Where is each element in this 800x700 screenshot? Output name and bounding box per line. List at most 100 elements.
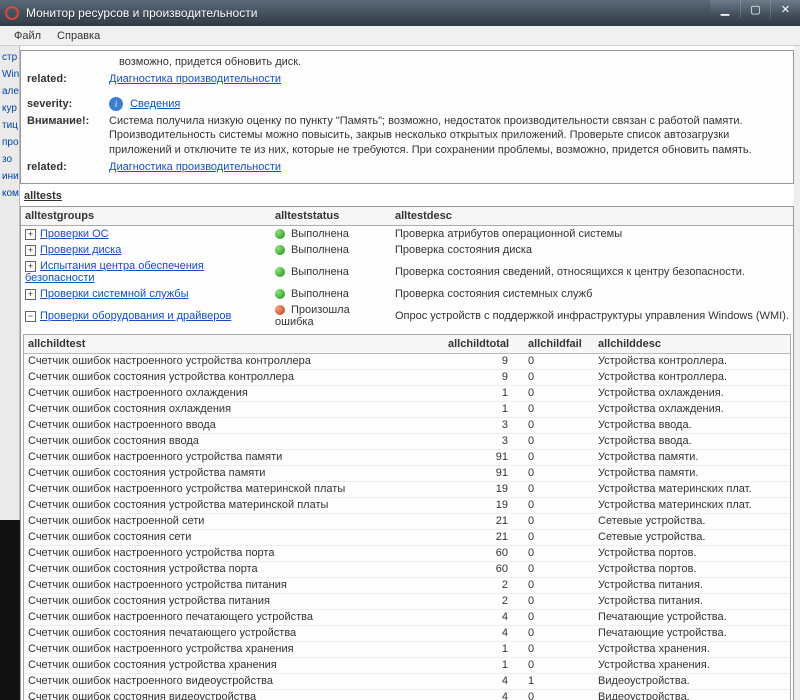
childtest-fail: 0 <box>524 401 594 417</box>
childtest-fail: 0 <box>524 593 594 609</box>
childtest-row: Счетчик ошибок настроенного печатающего … <box>24 609 790 625</box>
childtest-desc: Устройства портов. <box>594 545 790 561</box>
childtest-fail: 0 <box>524 545 594 561</box>
childtest-total: 60 <box>444 545 524 561</box>
testgroup-desc: Опрос устройств с поддержкой инфраструкт… <box>391 302 793 330</box>
status-ok-icon <box>275 245 285 255</box>
childtest-total: 19 <box>444 481 524 497</box>
related-link[interactable]: Диагностика производительности <box>109 73 281 85</box>
childtest-row: Счетчик ошибок состояния ввода30Устройст… <box>24 433 790 449</box>
childtests-table: allchildtest allchildtotal allchildfail … <box>24 335 790 700</box>
testgroup-status: Выполнена <box>291 228 349 240</box>
expand-toggle[interactable]: − <box>25 311 36 322</box>
testgroup-link[interactable]: Проверки ОС <box>40 228 109 240</box>
testgroup-link[interactable]: Проверки оборудования и драйверов <box>40 310 231 322</box>
childtest-row: Счетчик ошибок настроенного видеоустройс… <box>24 673 790 689</box>
childtest-total: 21 <box>444 529 524 545</box>
childtest-row: Счетчик ошибок состояния устройства хран… <box>24 657 790 673</box>
testgroup-link[interactable]: Испытания центра обеспечения безопасност… <box>25 260 204 284</box>
childtest-desc: Устройства охлаждения. <box>594 385 790 401</box>
childtest-name: Счетчик ошибок настроенного устройства п… <box>24 545 444 561</box>
maximize-button[interactable]: ▢ <box>740 0 770 18</box>
childtest-row: Счетчик ошибок состояния устройства конт… <box>24 369 790 385</box>
childtest-row: Счетчик ошибок настроенного ввода30Устро… <box>24 417 790 433</box>
expand-toggle[interactable]: + <box>25 245 36 256</box>
childtest-desc: Видеоустройства. <box>594 673 790 689</box>
childtest-row: Счетчик ошибок состояния сети210Сетевые … <box>24 529 790 545</box>
childtest-desc: Устройства портов. <box>594 561 790 577</box>
childtest-total: 9 <box>444 369 524 385</box>
minimize-button[interactable]: ▁ <box>710 0 740 18</box>
childtest-desc: Устройства памяти. <box>594 449 790 465</box>
childtest-name: Счетчик ошибок настроенного ввода <box>24 417 444 433</box>
testgroup-row: +Испытания центра обеспечения безопаснос… <box>21 258 793 286</box>
severity-link[interactable]: Сведения <box>130 98 180 110</box>
childtest-fail: 0 <box>524 625 594 641</box>
background-text-fragment: про <box>2 137 19 148</box>
childtest-fail: 0 <box>524 385 594 401</box>
childtest-row: Счетчик ошибок настроенного устройства к… <box>24 353 790 369</box>
childtest-fail: 0 <box>524 657 594 673</box>
related2-link[interactable]: Диагностика производительности <box>109 161 281 173</box>
testgroup-row: +Проверки системной службыВыполненаПрове… <box>21 286 793 302</box>
testgroup-link[interactable]: Проверки системной службы <box>40 288 188 300</box>
childcol-name: allchildtest <box>24 335 444 354</box>
related-label: related: <box>27 72 109 87</box>
childtest-name: Счетчик ошибок состояния устройства конт… <box>24 369 444 385</box>
status-ok-icon <box>275 229 285 239</box>
childtest-desc: Устройства памяти. <box>594 465 790 481</box>
expand-toggle[interactable]: + <box>25 289 36 300</box>
expand-toggle[interactable]: + <box>25 229 36 240</box>
background-text-fragment: ини <box>2 171 19 182</box>
childtest-name: Счетчик ошибок состояния устройства хран… <box>24 657 444 673</box>
background-text-fragment: тиц <box>2 120 19 131</box>
childtest-desc: Устройства питания. <box>594 593 790 609</box>
childtest-row: Счетчик ошибок состояния устройства пита… <box>24 593 790 609</box>
testgroup-status: Произошла ошибка <box>275 304 350 328</box>
info-icon: i <box>109 97 123 111</box>
vertical-scrollbar[interactable] <box>794 46 800 700</box>
childtest-total: 4 <box>444 625 524 641</box>
menu-bar: Файл Справка <box>0 26 800 46</box>
childtest-total: 91 <box>444 465 524 481</box>
childtest-name: Счетчик ошибок настроенного устройства п… <box>24 449 444 465</box>
childtest-fail: 0 <box>524 609 594 625</box>
childtest-fail: 0 <box>524 561 594 577</box>
testgroup-link[interactable]: Проверки диска <box>40 244 121 256</box>
status-ok-icon <box>275 289 285 299</box>
childtest-row: Счетчик ошибок настроенной сети210Сетевы… <box>24 513 790 529</box>
childtest-row: Счетчик ошибок настроенного устройства х… <box>24 641 790 657</box>
childtest-row: Счетчик ошибок состояния охлаждения10Уст… <box>24 401 790 417</box>
childcol-desc: allchilddesc <box>594 335 790 354</box>
childtest-desc: Устройства хранения. <box>594 657 790 673</box>
background-text-fragment: Win <box>2 69 19 80</box>
background-dark-region <box>0 520 20 700</box>
testgroup-desc: Проверка состояния системных служб <box>391 286 793 302</box>
alltests-table: alltestgroups allteststatus alltestdesc … <box>21 207 793 330</box>
expand-toggle[interactable]: + <box>25 261 36 272</box>
testgroup-status: Выполнена <box>291 244 349 256</box>
testgroup-desc: Проверка состояния диска <box>391 242 793 258</box>
warning-text: Система получила низкую оценку по пункту… <box>109 114 787 159</box>
childtest-total: 3 <box>444 433 524 449</box>
col-status: allteststatus <box>271 207 391 226</box>
background-text-fragment: але <box>2 86 19 97</box>
childtest-total: 4 <box>444 673 524 689</box>
menu-file[interactable]: Файл <box>6 28 49 44</box>
childtest-total: 1 <box>444 641 524 657</box>
childtest-fail: 0 <box>524 433 594 449</box>
testgroup-desc: Проверка атрибутов операционной системы <box>391 225 793 242</box>
status-error-icon <box>275 305 285 315</box>
alltests-panel: alltestgroups allteststatus alltestdesc … <box>20 206 794 700</box>
childtest-name: Счетчик ошибок настроенного устройства к… <box>24 353 444 369</box>
childtest-name: Счетчик ошибок настроенного устройства х… <box>24 641 444 657</box>
childtest-row: Счетчик ошибок состояния печатающего уст… <box>24 625 790 641</box>
childtest-desc: Сетевые устройства. <box>594 529 790 545</box>
childtest-fail: 0 <box>524 497 594 513</box>
childcol-fail: allchildfail <box>524 335 594 354</box>
menu-help[interactable]: Справка <box>49 28 108 44</box>
childtest-total: 1 <box>444 385 524 401</box>
childtest-name: Счетчик ошибок состояния устройства порт… <box>24 561 444 577</box>
close-button[interactable]: ✕ <box>770 0 800 18</box>
childtest-name: Счетчик ошибок состояния устройства пита… <box>24 593 444 609</box>
